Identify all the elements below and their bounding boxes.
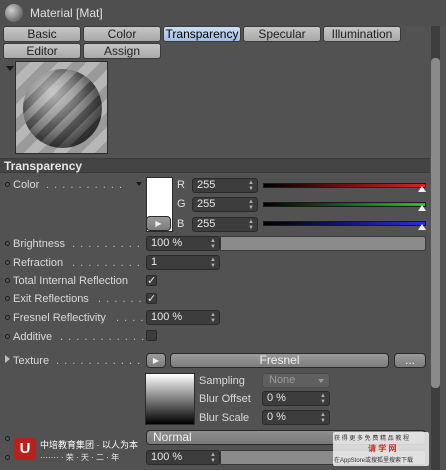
green-value: 255 [197, 198, 216, 210]
brightness-stepper-icon[interactable]: ▲ ▼ [210, 238, 216, 250]
blur-offset-label: Blur Offset [199, 393, 251, 405]
tab-transparency[interactable]: Transparency [163, 26, 241, 42]
blur-scale-stepper-icon[interactable]: ▲ ▼ [320, 412, 326, 424]
green-value-field[interactable]: 255 ▲ ▼ [192, 197, 258, 212]
texture-expand-icon[interactable] [5, 355, 10, 363]
brightness-label: Brightness [13, 238, 65, 250]
watermark-text-left: 中培教育集团 · 以人为本 [40, 440, 138, 450]
red-stepper-icon[interactable]: ▲ ▼ [248, 180, 254, 192]
watermark-logo: U [14, 438, 36, 460]
watermark-text-right2: 请 学 网 [368, 444, 397, 453]
fresnel-reflectivity-stepper-icon[interactable]: ▲ ▼ [210, 312, 216, 324]
mix-mode-animation-dot[interactable] [5, 436, 10, 441]
brightness-leader: . . . . . . . . . . . . [72, 238, 142, 250]
tir-label: Total Internal Reflection [13, 275, 128, 287]
watermark-text-right3: 在AppStore或搜狐里搜索下载 [334, 458, 414, 464]
blue-value-field[interactable]: 255 ▲ ▼ [192, 217, 258, 232]
additive-leader: . . . . . . . . . . . . . [60, 331, 144, 343]
tab-editor[interactable]: Editor [3, 43, 81, 59]
color-dropdown-icon[interactable] [136, 182, 142, 186]
green-channel-letter: G [177, 198, 186, 210]
refraction-stepper-icon[interactable]: ▲ ▼ [210, 257, 216, 269]
blue-slider-marker[interactable] [418, 224, 426, 230]
fresnel-reflectivity-animation-dot[interactable] [5, 315, 10, 320]
blur-offset-field[interactable]: 0 % ▲ ▼ [262, 391, 330, 406]
tir-animation-dot[interactable] [5, 278, 10, 283]
brightness-slider[interactable] [220, 236, 426, 251]
green-gradient-slider[interactable] [263, 202, 426, 207]
sampling-dropdown-icon [318, 379, 324, 383]
brightness-animation-dot[interactable] [5, 241, 10, 246]
blur-scale-field[interactable]: 0 % ▲ ▼ [262, 410, 330, 425]
blue-stepper-icon[interactable]: ▲ ▼ [248, 219, 254, 231]
red-value: 255 [197, 179, 216, 191]
mix-strength-animation-dot[interactable] [5, 455, 10, 460]
texture-more-button[interactable]: ... [394, 353, 426, 368]
color-leader: . . . . . . . . . . . . . . [46, 179, 128, 191]
blur-offset-value: 0 % [267, 392, 286, 404]
sampling-value: None [269, 374, 296, 386]
tab-illumination[interactable]: Illumination [323, 26, 401, 42]
texture-menu-button[interactable]: ▶ [146, 353, 166, 368]
additive-animation-dot[interactable] [5, 334, 10, 339]
material-sphere-icon [5, 4, 23, 22]
exit-reflections-leader: . . . . . . . [98, 293, 144, 305]
blue-gradient-slider[interactable] [263, 221, 426, 226]
fresnel-reflectivity-value: 100 % [151, 311, 183, 323]
texture-preview[interactable] [145, 373, 195, 425]
refraction-value: 1 [151, 256, 158, 268]
blue-channel-letter: B [177, 218, 185, 230]
red-channel-letter: R [177, 179, 185, 191]
mix-mode-value: Normal [153, 430, 192, 444]
red-gradient-slider[interactable] [263, 183, 426, 188]
fresnel-reflectivity-field[interactable]: 100 % ▲ ▼ [146, 310, 220, 325]
section-header: Transparency [0, 158, 430, 173]
color-label: Color [13, 179, 40, 191]
tab-assign[interactable]: Assign [83, 43, 161, 59]
section-title: Transparency [4, 159, 83, 173]
refraction-field[interactable]: 1 ▲ ▼ [146, 255, 220, 270]
green-slider-marker[interactable] [418, 205, 426, 211]
tab-specular[interactable]: Specular [243, 26, 321, 42]
exit-reflections-animation-dot[interactable] [5, 296, 10, 301]
watermark-text-right: 获 得 更 多 免 费 精 品 教 程 [334, 436, 410, 442]
blur-scale-value: 0 % [267, 411, 286, 423]
brightness-value: 100 % [151, 237, 183, 249]
texture-leader: . . . . . . . . . . . . . . . [56, 355, 144, 367]
color-picker-play-button[interactable]: ▶ [146, 216, 171, 231]
refraction-animation-dot[interactable] [5, 260, 10, 265]
blur-scale-label: Blur Scale [199, 412, 250, 424]
mix-strength-field[interactable]: 100 % ▲ ▼ [146, 450, 220, 465]
sampling-select: None [262, 373, 330, 388]
texture-label: Texture [13, 355, 50, 367]
tir-checkbox[interactable]: ✓ [146, 275, 157, 287]
sampling-label: Sampling [199, 375, 245, 387]
tab-color[interactable]: Color [83, 26, 161, 42]
blur-offset-stepper-icon[interactable]: ▲ ▼ [320, 393, 326, 405]
mix-strength-stepper-icon[interactable]: ▲ ▼ [210, 452, 216, 464]
fresnel-reflectivity-label: Fresnel Reflectivity [13, 312, 106, 324]
additive-checkbox[interactable] [146, 330, 157, 341]
additive-label: Additive [13, 331, 53, 343]
preview-collapse-triangle-icon[interactable] [6, 66, 14, 71]
color-animation-dot[interactable] [5, 182, 10, 187]
exit-reflections-checkbox[interactable]: ✓ [146, 293, 157, 305]
watermark-text-left2: ······· · 荣 · 天 · 二 · 年 [40, 453, 120, 462]
window-title: Material [Mat] [30, 6, 103, 20]
green-stepper-icon[interactable]: ▲ ▼ [248, 199, 254, 211]
texture-shader-button[interactable]: Fresnel [170, 353, 389, 368]
preview-sphere [23, 69, 102, 148]
tab-basic[interactable]: Basic [3, 26, 81, 42]
refraction-label: Refraction [13, 257, 64, 269]
red-value-field[interactable]: 255 ▲ ▼ [192, 178, 258, 193]
fresnel-reflectivity-leader: . . . . . [116, 312, 144, 324]
refraction-leader: . . . . . . . . . . . . [72, 257, 142, 269]
blue-value: 255 [197, 218, 216, 230]
red-slider-marker[interactable] [418, 186, 426, 192]
exit-reflections-label: Exit Reflections [13, 293, 89, 305]
brightness-field[interactable]: 100 % ▲ ▼ [146, 236, 220, 251]
mix-strength-value: 100 % [151, 451, 183, 463]
material-preview[interactable] [15, 61, 108, 154]
scrollbar-thumb[interactable] [431, 58, 440, 388]
